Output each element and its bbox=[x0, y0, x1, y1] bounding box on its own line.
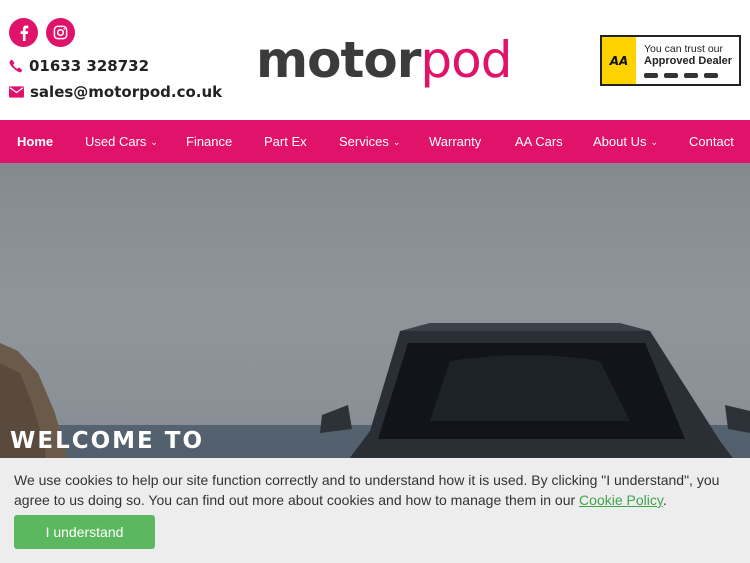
facebook-icon[interactable] bbox=[9, 18, 38, 47]
main-navigation: Home Used Cars ⌄ Finance Part Ex Service… bbox=[0, 120, 750, 163]
phone-icon bbox=[9, 59, 23, 73]
nav-finance-label: Finance bbox=[186, 134, 233, 149]
phone-link[interactable]: 01633 328732 bbox=[9, 57, 149, 75]
nav-warranty[interactable]: Warranty bbox=[429, 120, 481, 163]
nav-home[interactable]: Home bbox=[17, 120, 53, 163]
aa-badge-line2: Approved Dealer bbox=[644, 55, 733, 67]
instagram-icon[interactable] bbox=[46, 18, 75, 47]
i-understand-button[interactable]: I understand bbox=[14, 515, 155, 549]
nav-used-cars[interactable]: Used Cars ⌄ bbox=[85, 120, 158, 163]
cookie-policy-link[interactable]: Cookie Policy bbox=[579, 492, 663, 508]
aa-badge-icons bbox=[644, 73, 732, 78]
nav-contact-label: Contact bbox=[689, 134, 734, 149]
cookie-banner: We use cookies to help our site function… bbox=[0, 458, 750, 563]
cookie-message: We use cookies to help our site function… bbox=[14, 470, 736, 510]
nav-warranty-label: Warranty bbox=[429, 134, 482, 149]
chevron-down-icon: ⌄ bbox=[392, 136, 401, 147]
logo-part-pod: pod bbox=[420, 31, 512, 89]
aa-logo: AA bbox=[602, 37, 636, 84]
aa-approved-dealer-badge: AA You can trust our Approved Dealer bbox=[600, 35, 741, 86]
chevron-down-icon: ⌄ bbox=[650, 136, 659, 147]
nav-aa-cars-label: AA Cars bbox=[515, 134, 563, 149]
nav-contact[interactable]: Contact bbox=[689, 120, 734, 163]
nav-services[interactable]: Services ⌄ bbox=[339, 120, 400, 163]
hero-heading: WELCOME TO bbox=[10, 428, 205, 454]
email-link[interactable]: sales@motorpod.co.uk bbox=[9, 83, 222, 101]
nav-about-us[interactable]: About Us ⌄ bbox=[593, 120, 658, 163]
envelope-icon bbox=[9, 86, 24, 98]
motorpod-logo[interactable]: motorpod bbox=[256, 30, 512, 90]
email-address: sales@motorpod.co.uk bbox=[30, 83, 223, 101]
nav-part-ex[interactable]: Part Ex bbox=[264, 120, 307, 163]
nav-part-ex-label: Part Ex bbox=[264, 134, 307, 149]
nav-services-label: Services bbox=[339, 134, 389, 149]
aa-badge-line1: You can trust our bbox=[644, 43, 723, 55]
nav-home-label: Home bbox=[17, 134, 54, 149]
nav-aa-cars[interactable]: AA Cars bbox=[515, 120, 563, 163]
nav-used-cars-label: Used Cars bbox=[85, 134, 147, 149]
logo-part-motor: motor bbox=[256, 31, 421, 89]
nav-about-us-label: About Us bbox=[593, 134, 647, 149]
social-links bbox=[9, 18, 75, 47]
chevron-down-icon: ⌄ bbox=[150, 136, 158, 147]
nav-finance[interactable]: Finance bbox=[186, 120, 232, 163]
site-header: 01633 328732 sales@motorpod.co.uk motorp… bbox=[0, 0, 750, 120]
cookie-message-end: . bbox=[662, 492, 667, 508]
phone-number: 01633 328732 bbox=[29, 57, 150, 75]
